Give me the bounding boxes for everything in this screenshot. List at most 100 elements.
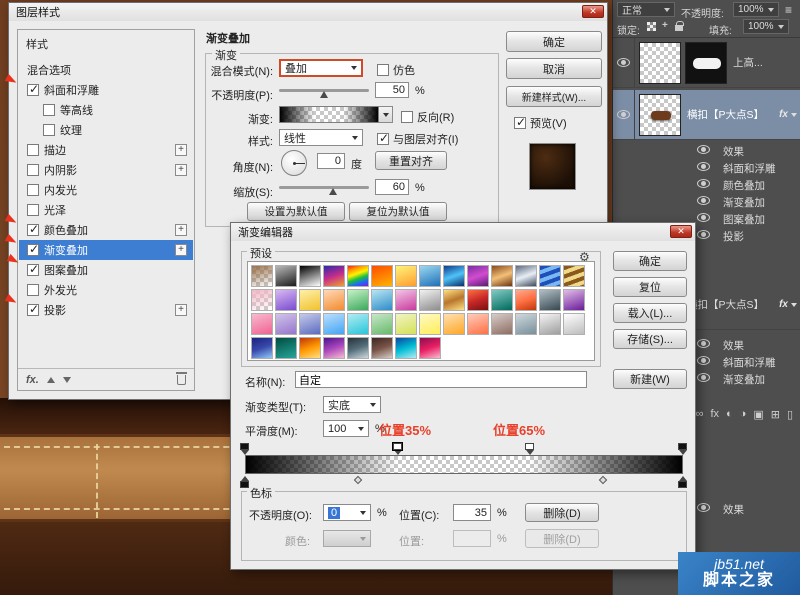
effect-row[interactable]: 效果 bbox=[613, 142, 800, 159]
visibility-eye-icon[interactable] bbox=[697, 213, 710, 222]
move-down-icon[interactable] bbox=[63, 377, 71, 383]
gradient-preset-swatch[interactable] bbox=[299, 289, 321, 311]
gradient-preview[interactable] bbox=[279, 106, 379, 123]
gradient-preset-swatch[interactable] bbox=[395, 313, 417, 335]
gradient-preset-swatch[interactable] bbox=[395, 337, 417, 359]
gradient-bar[interactable] bbox=[245, 455, 683, 474]
set-default-button[interactable]: 设置为默认值 bbox=[247, 202, 345, 221]
gradient-preset-swatch[interactable] bbox=[467, 313, 489, 335]
color-stop[interactable] bbox=[240, 476, 249, 488]
gradient-preset-swatch[interactable] bbox=[419, 337, 441, 359]
gradient-preset-swatch[interactable] bbox=[443, 265, 465, 287]
save-button[interactable]: 存储(S)... bbox=[613, 329, 687, 349]
gradient-preset-swatch[interactable] bbox=[563, 265, 585, 287]
gradient-preset-swatch[interactable] bbox=[251, 313, 273, 335]
styles-item[interactable]: 描边+ bbox=[19, 140, 193, 160]
fx-icon[interactable]: fx. bbox=[26, 374, 39, 386]
stop-position-input[interactable]: 35 bbox=[453, 504, 491, 521]
new-layer-icon[interactable]: ⊞ bbox=[771, 408, 780, 421]
delete-style-icon[interactable] bbox=[177, 375, 186, 385]
opacity-slider[interactable] bbox=[279, 83, 369, 97]
move-up-icon[interactable] bbox=[47, 377, 55, 383]
styles-item[interactable]: 渐变叠加+ bbox=[19, 240, 193, 260]
layer-group-icon[interactable]: ▣ bbox=[753, 408, 763, 421]
color-stop[interactable] bbox=[678, 476, 687, 488]
styles-item[interactable]: 纹理 bbox=[19, 120, 193, 140]
add-effect-instance-button[interactable]: + bbox=[175, 224, 187, 236]
dither-checkbox[interactable]: 仿色 bbox=[377, 62, 415, 78]
smoothness-dropdown[interactable]: 100 bbox=[323, 420, 369, 437]
reverse-checkbox[interactable]: 反向(R) bbox=[401, 109, 454, 125]
stop-opacity-dropdown[interactable]: 0 bbox=[323, 504, 371, 521]
gradient-preset-swatch[interactable] bbox=[419, 265, 441, 287]
style-checkbox[interactable] bbox=[27, 84, 39, 96]
styles-item-blending-options[interactable]: 混合选项 bbox=[19, 60, 193, 80]
new-gradient-button[interactable]: 新建(W) bbox=[613, 369, 687, 389]
gradient-preset-swatch[interactable] bbox=[467, 265, 489, 287]
fx-badge[interactable]: fx bbox=[779, 109, 788, 120]
gradient-preset-swatch[interactable] bbox=[299, 337, 321, 359]
gradient-preset-swatch[interactable] bbox=[251, 265, 273, 287]
gradient-preset-swatch[interactable] bbox=[371, 337, 393, 359]
gradient-preset-swatch[interactable] bbox=[275, 265, 297, 287]
style-checkbox[interactable] bbox=[27, 284, 39, 296]
gradient-preset-swatch[interactable] bbox=[419, 289, 441, 311]
styles-item[interactable]: 外发光 bbox=[19, 280, 193, 300]
gradient-editor-titlebar[interactable]: 渐变编辑器 bbox=[231, 223, 695, 241]
layer-thumbnail[interactable] bbox=[639, 42, 681, 84]
gradient-preset-swatch[interactable] bbox=[419, 313, 441, 335]
collapse-effects-icon[interactable] bbox=[791, 303, 797, 307]
styles-item[interactable]: 斜面和浮雕 bbox=[19, 80, 193, 100]
style-checkbox[interactable] bbox=[43, 124, 55, 136]
opacity-value-box[interactable]: 50 bbox=[375, 82, 409, 98]
visibility-eye-icon[interactable] bbox=[617, 58, 630, 67]
gradient-preset-swatch[interactable] bbox=[347, 313, 369, 335]
scale-value-box[interactable]: 60 bbox=[375, 179, 409, 195]
load-button[interactable]: 载入(L)... bbox=[613, 303, 687, 323]
layer-row[interactable]: 上高... bbox=[613, 38, 800, 88]
gradient-preset-swatch[interactable] bbox=[395, 289, 417, 311]
styles-item[interactable]: 图案叠加 bbox=[19, 260, 193, 280]
angle-value-box[interactable]: 0 bbox=[317, 153, 345, 169]
style-checkbox[interactable] bbox=[43, 104, 55, 116]
gradient-name-input[interactable] bbox=[295, 371, 587, 388]
midpoint-diamond[interactable] bbox=[599, 476, 607, 484]
gradient-preset-swatch[interactable] bbox=[491, 313, 513, 335]
scale-slider[interactable] bbox=[279, 180, 369, 194]
gradient-preset-swatch[interactable] bbox=[347, 289, 369, 311]
reset-default-button[interactable]: 复位为默认值 bbox=[349, 202, 447, 221]
styles-item[interactable]: 颜色叠加+ bbox=[19, 220, 193, 240]
gradient-preset-swatch[interactable] bbox=[275, 313, 297, 335]
gradient-preset-swatch[interactable] bbox=[323, 265, 345, 287]
gradient-preset-swatch[interactable] bbox=[563, 289, 585, 311]
close-button[interactable]: ✕ bbox=[582, 5, 604, 18]
style-checkbox[interactable] bbox=[27, 144, 39, 156]
styles-item[interactable]: 投影+ bbox=[19, 300, 193, 320]
styles-item[interactable]: 内发光 bbox=[19, 180, 193, 200]
style-dropdown[interactable]: 线性 bbox=[279, 129, 363, 146]
style-checkbox[interactable] bbox=[27, 224, 39, 236]
gradient-preset-swatch[interactable] bbox=[371, 313, 393, 335]
preview-checkbox[interactable]: 预览(V) bbox=[514, 115, 567, 131]
layer-row[interactable]: 横扣【P大点S】 fx bbox=[613, 90, 800, 140]
gradient-preset-swatch[interactable] bbox=[539, 313, 561, 335]
gradient-preset-swatch[interactable] bbox=[443, 313, 465, 335]
layer-name[interactable]: 横扣【P大点S】 bbox=[687, 107, 764, 122]
close-button[interactable]: ✕ bbox=[670, 225, 692, 238]
reset-align-button[interactable]: 重置对齐 bbox=[375, 151, 447, 170]
ok-button[interactable]: 确定 bbox=[506, 31, 602, 52]
layer-name[interactable]: 上高... bbox=[733, 55, 763, 70]
reset-button[interactable]: 复位 bbox=[613, 277, 687, 297]
blend-mode-dropdown[interactable]: 叠加 bbox=[279, 59, 363, 77]
styles-item[interactable]: 内阴影+ bbox=[19, 160, 193, 180]
fx-badge[interactable]: fx bbox=[779, 299, 788, 310]
opacity-stop[interactable] bbox=[678, 443, 687, 455]
visibility-eye-icon[interactable] bbox=[697, 162, 710, 171]
gradient-preset-swatch[interactable] bbox=[323, 313, 345, 335]
layer-thumbnail[interactable] bbox=[639, 94, 681, 136]
gradient-preset-swatch[interactable] bbox=[539, 265, 561, 287]
effect-row[interactable]: 渐变叠加 bbox=[613, 193, 800, 210]
gradient-preset-swatch[interactable] bbox=[251, 337, 273, 359]
midpoint-diamond[interactable] bbox=[354, 476, 362, 484]
gradient-preset-swatch[interactable] bbox=[275, 289, 297, 311]
